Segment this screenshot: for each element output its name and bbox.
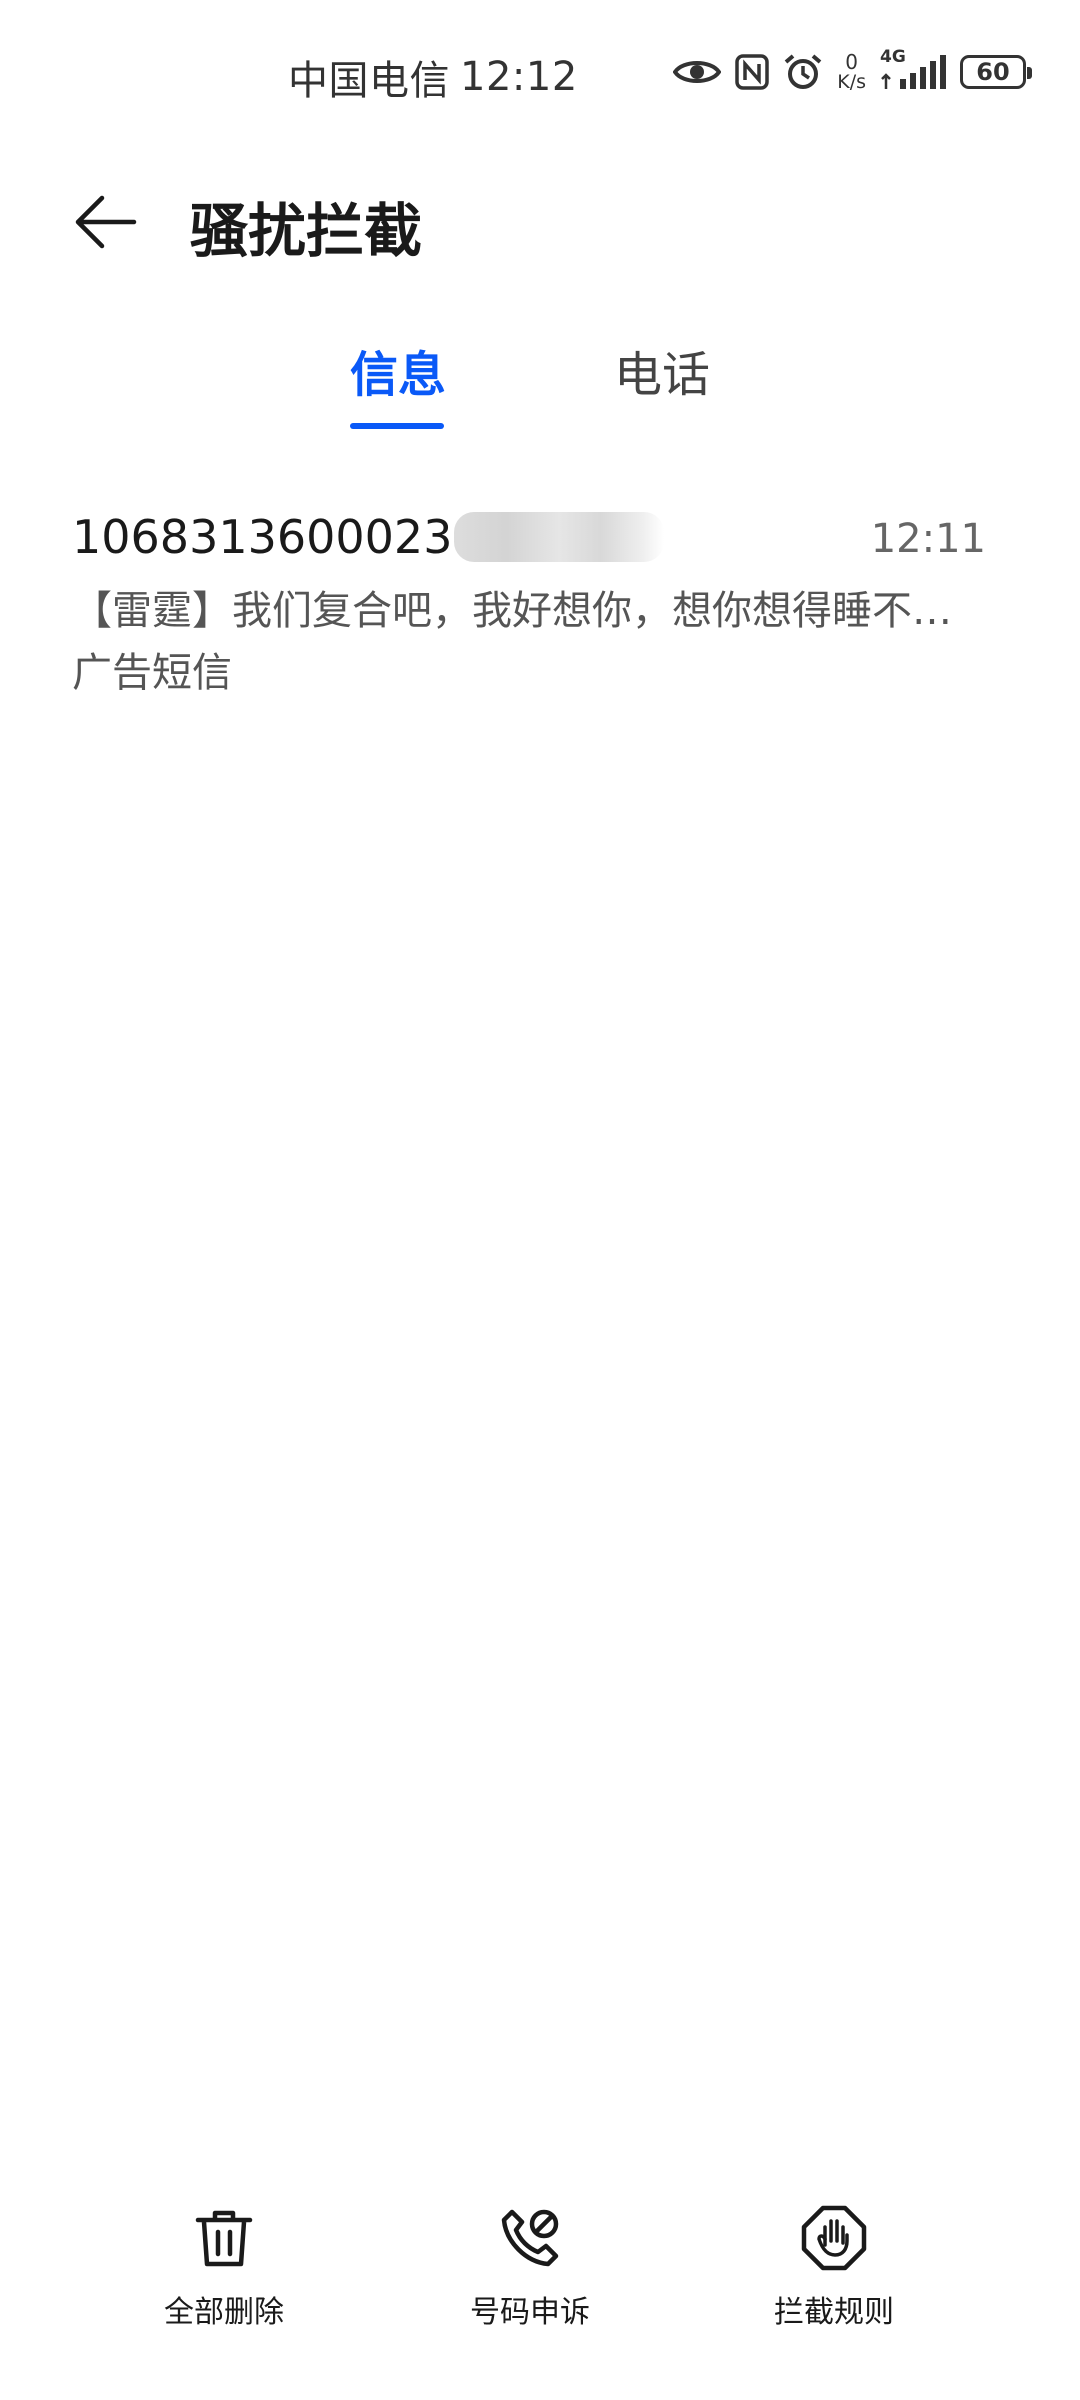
- carrier-name: 中国电信: [288, 58, 450, 104]
- page-title: 骚扰拦截: [190, 197, 423, 265]
- message-time: 12:11: [870, 516, 986, 562]
- active-tab-indicator: [350, 423, 444, 429]
- blocked-message-list: 1068313600023 12:11 【雷霆】我们复合吧，我好想你，想你想得睡…: [0, 500, 1080, 710]
- message-category: 广告短信: [72, 650, 232, 696]
- block-harassment-screen: 中国电信 12:12 0 K/s 4G 60 骚扰拦截 信息 电话 106831…: [0, 0, 1080, 2400]
- network-type: 4G: [880, 47, 906, 67]
- network-speed: 0 K/s: [837, 52, 866, 92]
- block-rules-label: 拦截规则: [774, 2295, 894, 2330]
- tab-messages-label: 信息: [349, 347, 446, 403]
- nfc-icon: [735, 54, 769, 90]
- clock: 12:12: [460, 54, 578, 100]
- number-appeal-label: 号码申诉: [470, 2295, 590, 2330]
- status-bar: 中国电信 12:12 0 K/s 4G 60: [0, 0, 1080, 160]
- redaction-blur: [454, 512, 665, 562]
- alarm-icon: [783, 53, 823, 91]
- status-left: 中国电信 12:12: [288, 48, 578, 106]
- bottom-toolbar: 全部删除 号码申诉 拦截规则: [0, 2195, 1080, 2345]
- number-appeal-button[interactable]: 号码申诉: [420, 2195, 640, 2345]
- block-rules-button[interactable]: 拦截规则: [724, 2195, 944, 2345]
- trash-icon: [189, 2203, 259, 2273]
- speed-unit: K/s: [837, 71, 866, 93]
- phone-appeal-icon: [495, 2203, 565, 2273]
- app-header: 骚扰拦截: [0, 160, 1080, 290]
- tab-calls-label: 电话: [613, 347, 710, 403]
- message-sender: 1068313600023: [72, 510, 665, 564]
- status-right: 0 K/s 4G 60: [673, 47, 1032, 92]
- eye-icon: [673, 57, 722, 87]
- sender-number: 1068313600023: [72, 510, 453, 564]
- tab-bar: 信息 电话: [0, 335, 1080, 445]
- hand-stop-icon: [799, 2203, 869, 2273]
- delete-all-label: 全部删除: [164, 2295, 284, 2330]
- list-item[interactable]: 1068313600023 12:11 【雷霆】我们复合吧，我好想你，想你想得睡…: [0, 500, 1080, 710]
- back-arrow-icon: [75, 195, 137, 249]
- back-button[interactable]: [66, 182, 146, 262]
- delete-all-button[interactable]: 全部删除: [114, 2195, 334, 2345]
- message-preview: 【雷霆】我们复合吧，我好想你，想你想得睡不…: [72, 588, 952, 634]
- tab-messages[interactable]: 信息: [340, 335, 456, 435]
- battery-icon: 60: [960, 55, 1032, 89]
- speed-value: 0: [845, 50, 858, 74]
- tab-calls[interactable]: 电话: [604, 335, 720, 435]
- signal-icon: 4G: [880, 47, 946, 91]
